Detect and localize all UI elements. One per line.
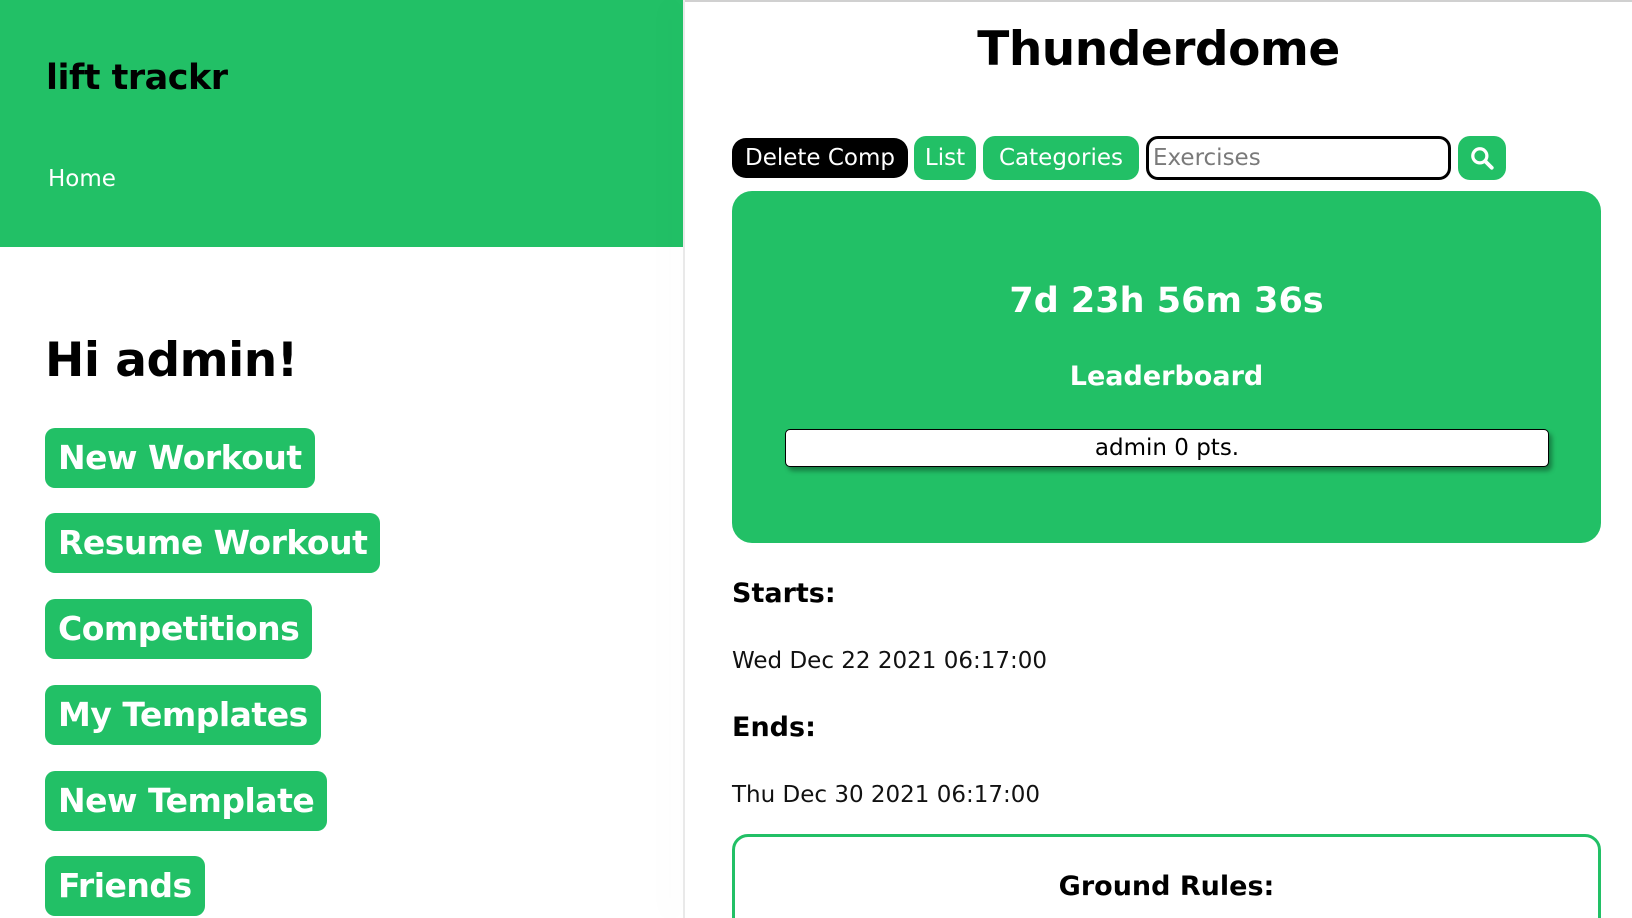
left-panel: lift trackr Home Hi admin! New Workout R… (0, 0, 683, 918)
new-template-button[interactable]: New Template (45, 771, 328, 831)
new-workout-button[interactable]: New Workout (45, 428, 315, 488)
friends-button[interactable]: Friends (45, 856, 205, 916)
search-icon (1471, 147, 1494, 170)
delete-comp-button[interactable]: Delete Comp (732, 138, 908, 178)
search-button[interactable] (1458, 136, 1506, 180)
header: lift trackr Home (0, 0, 683, 247)
brand-logo: lift trackr (46, 58, 228, 98)
my-templates-button[interactable]: My Templates (45, 685, 321, 745)
resume-workout-button[interactable]: Resume Workout (45, 513, 381, 573)
leaderboard-title: Leaderboard (1069, 361, 1264, 392)
competitions-button[interactable]: Competitions (45, 599, 313, 659)
ends-value: Thu Dec 30 2021 06:17:00 (732, 782, 1041, 808)
categories-button[interactable]: Categories (983, 136, 1139, 180)
ground-rules-title: Ground Rules: (1058, 871, 1275, 902)
nav-home-link[interactable]: Home (48, 166, 116, 192)
greeting-heading: Hi admin! (45, 333, 298, 388)
exercise-search-input[interactable] (1146, 136, 1451, 180)
starts-value: Wed Dec 22 2021 06:17:00 (732, 648, 1047, 674)
list-button[interactable]: List (914, 136, 976, 180)
app-root: lift trackr Home Hi admin! New Workout R… (0, 0, 1632, 918)
competition-title: Thunderdome (977, 22, 1340, 77)
ground-rules-card: Ground Rules: (732, 834, 1601, 918)
countdown-card: 7d 23h 56m 36s Leaderboard admin 0 pts. (732, 191, 1601, 543)
leaderboard-entry: admin 0 pts. (785, 429, 1549, 467)
ends-label: Ends: (732, 712, 816, 743)
starts-label: Starts: (732, 578, 836, 609)
competition-panel: Thunderdome Delete Comp List Categories … (685, 0, 1632, 918)
countdown-timer: 7d 23h 56m 36s (1009, 281, 1324, 321)
